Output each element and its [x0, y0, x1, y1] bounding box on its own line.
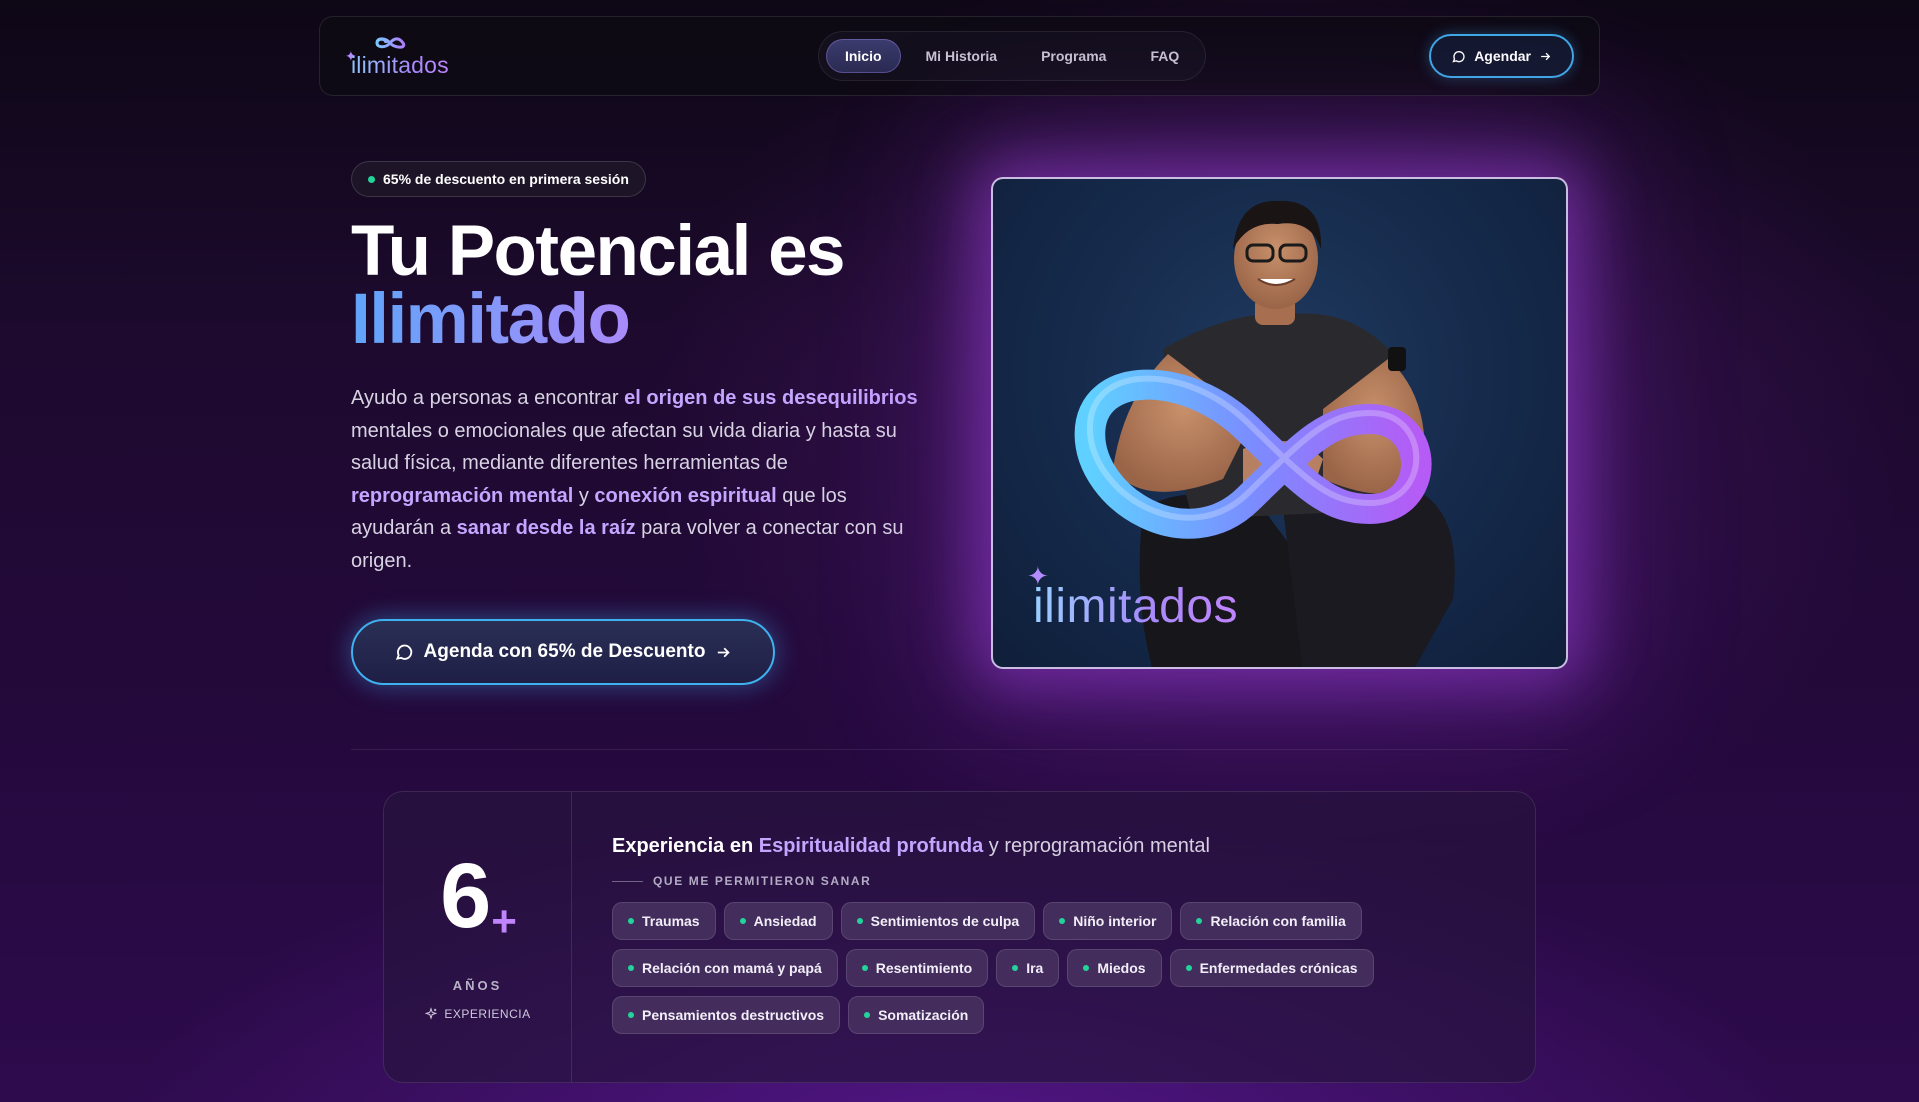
tag-dot [1059, 918, 1066, 924]
topic-tag: Miedos [1067, 949, 1162, 987]
tag-label: Sentimientos de culpa [870, 913, 1020, 929]
top-navbar: ✦ ilimitados Inicio Mi Historia Programa… [319, 16, 1600, 96]
chat-bubble-icon [395, 644, 412, 660]
tag-dot [1196, 918, 1203, 924]
desc-text: y [573, 484, 595, 507]
years-value: 6 [440, 844, 491, 947]
topic-tag: Somatización [848, 996, 985, 1034]
hero-description: Ayudo a personas a encontrar el origen d… [351, 382, 931, 577]
experience-details: Experiencia en Espiritualidad profunda y… [572, 792, 1535, 1082]
years-number: 6 + [440, 844, 517, 968]
tag-dot [1083, 965, 1090, 971]
hero-title: Tu Potencial es Ilimitado [351, 216, 951, 355]
discount-badge: 65% de descuento en primera sesión [351, 161, 646, 197]
heading-accent: Espiritualidad profunda [758, 835, 984, 857]
subheading-text: QUE ME PERMITIERON SANAR [653, 874, 872, 888]
nav-item-mi-historia[interactable]: Mi Historia [907, 39, 1017, 73]
desc-text: Ayudo a personas a encontrar [351, 387, 625, 409]
tag-label: Relación con familia [1210, 913, 1346, 929]
arrow-right-icon [1541, 52, 1551, 60]
agendar-button-label: Agendar [1474, 48, 1531, 64]
topic-tag: Relación con mamá y papá [612, 949, 838, 987]
desc-highlight: sanar desde la raíz [456, 517, 636, 539]
tag-dot [628, 965, 634, 971]
topic-tag: Relación con familia [1180, 902, 1362, 940]
tag-label: Enfermedades crónicas [1199, 960, 1358, 976]
infinity-logo-icon [375, 37, 406, 49]
agendar-button[interactable]: Agendar [1429, 34, 1574, 78]
chat-bubble-icon [1452, 50, 1465, 62]
heading-rest: y reprogramación mental [988, 835, 1210, 857]
heading-bold: Experiencia en [612, 835, 754, 857]
years-plus: + [491, 896, 517, 946]
nav-item-faq[interactable]: FAQ [1131, 39, 1198, 73]
topic-tag: Ira [996, 949, 1060, 987]
tag-dot [864, 1012, 871, 1018]
desc-highlight: el origen de sus desequilibrios [624, 387, 918, 409]
topic-tags: Traumas Ansiedad Sentimientos de culpa N… [612, 902, 1412, 1034]
subheading-rule [612, 880, 643, 882]
tag-dot [1012, 965, 1019, 971]
tag-label: Somatización [878, 1007, 969, 1023]
years-unit: AÑOS [452, 977, 503, 993]
tag-dot [628, 1012, 634, 1018]
years-block: 6 + AÑOS EXPERIENCIA [384, 792, 572, 1082]
experience-caption: EXPERIENCIA [444, 1006, 531, 1021]
section-divider [351, 749, 1568, 750]
experience-label: EXPERIENCIA [424, 1007, 530, 1021]
experience-card: 6 + AÑOS EXPERIENCIA Experiencia en Espi… [383, 791, 1536, 1083]
discount-badge-text: 65% de descuento en primera sesión [383, 171, 629, 187]
topic-tag: Enfermedades crónicas [1169, 949, 1374, 987]
agenda-discount-button[interactable]: Agenda con 65% de Descuento [351, 619, 775, 685]
agenda-discount-label: Agenda con 65% de Descuento [423, 641, 706, 662]
arrow-right-icon [718, 647, 731, 657]
desc-highlight: reprogramación mental [351, 484, 574, 507]
main-nav: Inicio Mi Historia Programa FAQ [817, 31, 1207, 81]
tag-label: Miedos [1097, 960, 1146, 976]
topic-tag: Sentimientos de culpa [840, 902, 1036, 940]
tag-label: Traumas [642, 913, 700, 929]
nav-item-inicio[interactable]: Inicio [825, 39, 901, 73]
topic-tag: Pensamientos destructivos [612, 996, 841, 1034]
hero-title-line2: Ilimitado [351, 284, 951, 355]
brand-name: ilimitados [351, 52, 449, 78]
tag-label: Ira [1026, 960, 1044, 976]
topic-tag: Resentimiento [845, 949, 989, 987]
experience-subheading: QUE ME PERMITIERON SANAR [612, 874, 1495, 888]
nav-item-programa[interactable]: Programa [1022, 39, 1125, 73]
hero-photo: ✦ ilimitados [991, 177, 1568, 669]
topic-tag: Niño interior [1043, 902, 1173, 940]
tag-dot [739, 918, 746, 924]
tag-label: Ansiedad [753, 913, 817, 929]
tag-label: Relación con mamá y papá [642, 960, 822, 976]
tag-dot [628, 918, 634, 924]
experience-heading: Experiencia en Espiritualidad profunda y… [612, 835, 1495, 858]
tag-dot [861, 965, 868, 971]
tag-dot [856, 918, 863, 924]
tag-label: Resentimiento [875, 960, 973, 976]
sparkle-icon [425, 1006, 438, 1020]
tag-label: Pensamientos destructivos [642, 1007, 825, 1023]
desc-highlight: conexión espiritual [594, 484, 777, 507]
topic-tag: Traumas [612, 902, 716, 940]
image-brand-watermark: ilimitados [1033, 580, 1239, 633]
tag-label: Niño interior [1073, 913, 1157, 929]
tag-dot [1185, 965, 1192, 971]
status-dot [368, 175, 375, 183]
topic-tag: Ansiedad [723, 902, 833, 940]
desc-text: mentales o emocionales que afectan su vi… [351, 419, 897, 475]
brand-logo[interactable]: ✦ ilimitados [345, 32, 455, 80]
